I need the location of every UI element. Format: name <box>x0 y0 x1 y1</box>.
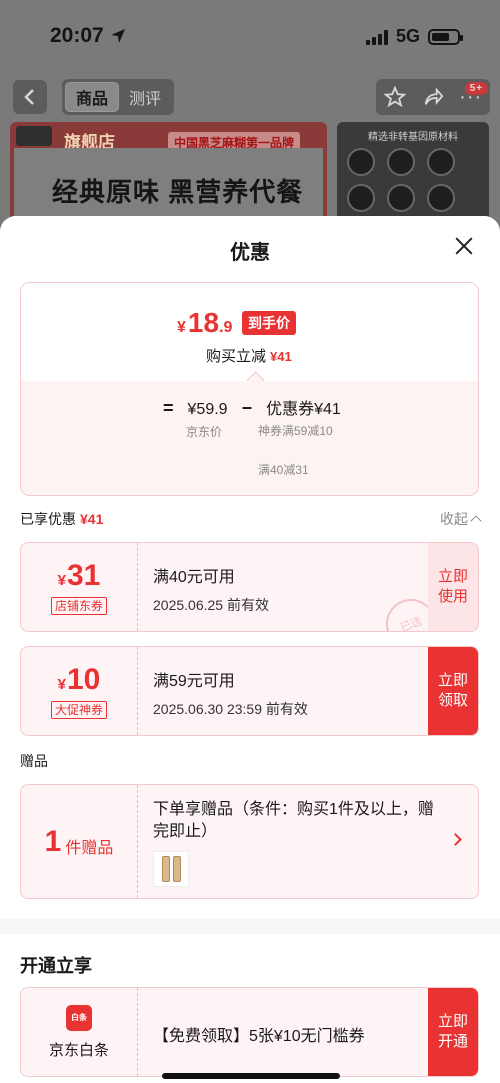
coupon-card: ¥ 10 大促神券 满59元可用 2025.06.30 23:59 前有效 立即… <box>20 646 479 736</box>
gift-count: 1 件赠品 <box>21 785 138 898</box>
final-price-integer: 18 <box>187 307 220 338</box>
banner-title: 经典原味 黑营养代餐 <box>52 177 304 207</box>
gift-product-image <box>153 851 189 887</box>
baitiao-brand: 白条 京东白条 <box>21 988 138 1076</box>
gift-count-unit: 件赠品 <box>65 839 114 857</box>
baitiao-name: 京东白条 <box>48 1041 109 1059</box>
product-tabs: 商品 测评 <box>62 79 174 115</box>
enjoyed-text: 已享优惠 <box>20 511 76 527</box>
coupon-card: ¥ 31 店铺东券 满40元可用 2025.06.25 前有效 已选 立即 使用 <box>20 542 479 632</box>
tab-product[interactable]: 商品 <box>65 82 119 112</box>
status-bar: 20:07 5G <box>0 0 500 72</box>
product-navbar: 商品 测评 ··· 5+ <box>0 78 500 118</box>
coupon-currency: ¥ <box>57 676 66 693</box>
sheet-title: 优惠 <box>230 242 270 264</box>
enjoyed-discount-row: 已享优惠 ¥41 收起 <box>20 508 482 530</box>
reduction-label: 购买立减 <box>206 348 267 365</box>
coupon-amount: ¥ 10 <box>58 663 101 697</box>
currency-symbol: ¥ <box>177 319 186 336</box>
message-badge: 5+ <box>464 81 489 95</box>
coupon-validity: 2025.06.25 前有效 <box>153 597 269 613</box>
clock-text: 20:07 <box>50 24 104 47</box>
coupon-total: 优惠券¥41 <box>266 401 341 418</box>
coupon-value: ¥ 31 店铺东券 <box>21 543 138 631</box>
location-arrow-icon <box>110 29 125 43</box>
coupon-amount: ¥ 31 <box>58 559 101 593</box>
open-section-title: 开通立享 <box>20 956 92 976</box>
instant-reduction: 购买立减 ¥41 <box>206 345 292 366</box>
back-button[interactable] <box>13 80 47 114</box>
gift-count-number: 1 <box>44 824 62 858</box>
equals-sign: = <box>163 398 174 418</box>
star-icon[interactable] <box>383 86 406 108</box>
nav-actions: ··· 5+ <box>376 79 490 115</box>
coupon-amount-number: 10 <box>66 663 101 696</box>
claim-coupon-button[interactable]: 立即 领取 <box>428 647 478 735</box>
price-formula: = ¥59.9 − 优惠券¥41 <box>163 395 341 419</box>
collapse-button[interactable]: 收起 <box>440 509 482 529</box>
use-coupon-button[interactable]: 立即 使用 <box>428 543 478 631</box>
price-summary-card: ¥ 18 .9 到手价 购买立减 ¥41 = ¥59.9 − 优惠券¥41 京东价… <box>20 282 479 496</box>
gift-description: 下单享赠品（条件：购买1件及以上，赠完即止） <box>153 801 434 840</box>
final-price: ¥ 18 .9 <box>177 307 232 339</box>
coupon-currency: ¥ <box>57 572 66 589</box>
gift-card[interactable]: 1 件赠品 下单享赠品（条件：购买1件及以上，赠完即止） <box>20 784 479 899</box>
close-icon[interactable] <box>452 234 476 258</box>
coupon-condition: 满40元可用 <box>153 569 235 586</box>
collapse-label: 收起 <box>440 511 468 527</box>
coupon-value: ¥ 10 大促神券 <box>21 647 138 735</box>
gift-section-label: 赠品 <box>20 753 48 769</box>
coupon-info: 满40元可用 2025.06.25 前有效 <box>153 563 269 615</box>
price-breakdown: = ¥59.9 − 优惠券¥41 京东价 神券满59减10 满40减31 <box>21 381 478 495</box>
reduction-amount: ¥41 <box>270 349 292 364</box>
jd-price-label: 京东价 <box>186 425 223 439</box>
enjoyed-amount: ¥41 <box>80 511 104 527</box>
chevron-left-icon <box>24 89 34 105</box>
open-baitiao-button[interactable]: 立即 开通 <box>428 988 478 1076</box>
baitiao-logo-icon: 白条 <box>66 1004 92 1031</box>
chevron-up-icon <box>470 515 482 527</box>
baitiao-card: 白条 京东白条 【免费领取】5张¥10无门槛券 立即 开通 <box>20 987 479 1077</box>
coupon-info: 满59元可用 2025.06.30 23:59 前有效 <box>153 667 308 719</box>
discount-sheet: 优惠 ¥ 18 .9 到手价 购买立减 ¥41 = ¥59.9 − 优惠券¥41… <box>0 216 500 1083</box>
coupon-type: 大促神券 <box>50 701 107 719</box>
final-price-decimal: .9 <box>219 319 233 336</box>
tab-review[interactable]: 测评 <box>119 82 171 112</box>
status-time: 20:07 <box>50 24 126 48</box>
minus-sign: − <box>241 398 253 418</box>
final-price-tag: 到手价 <box>242 311 296 335</box>
baitiao-offer: 【免费领取】5张¥10无门槛券 <box>153 1028 365 1045</box>
coupon-detail-1: 神券满59减10 <box>258 424 333 438</box>
ingredient-bowls <box>347 148 455 212</box>
coupon-type: 店铺东券 <box>50 597 107 615</box>
brand-logo <box>16 126 52 146</box>
more-icon[interactable]: ··· 5+ <box>459 81 489 109</box>
enjoyed-label: 已享优惠 ¥41 <box>20 509 103 529</box>
side-banner-title: 精选非转基因原材料 <box>368 132 458 143</box>
coupon-condition: 满59元可用 <box>153 673 235 690</box>
signal-icon <box>365 29 388 45</box>
home-indicator[interactable] <box>162 1073 340 1079</box>
jd-price-value: ¥59.9 <box>187 401 228 418</box>
network-type: 5G <box>395 26 420 46</box>
coupon-validity: 2025.06.30 23:59 前有效 <box>153 701 308 717</box>
status-indicators: 5G <box>365 26 463 47</box>
chevron-right-icon[interactable] <box>449 833 462 846</box>
coupon-amount-number: 31 <box>66 559 101 592</box>
sheet-main: 优惠 ¥ 18 .9 到手价 购买立减 ¥41 = ¥59.9 − 优惠券¥41… <box>0 216 500 919</box>
battery-icon <box>428 28 463 45</box>
open-benefits-section: 开通立享 白条 京东白条 【免费领取】5张¥10无门槛券 立即 开通 <box>0 934 500 1083</box>
coupon-detail-2: 满40减31 <box>258 463 309 477</box>
share-icon[interactable] <box>422 86 444 108</box>
final-price-area: ¥ 18 .9 到手价 购买立减 ¥41 <box>21 283 478 381</box>
